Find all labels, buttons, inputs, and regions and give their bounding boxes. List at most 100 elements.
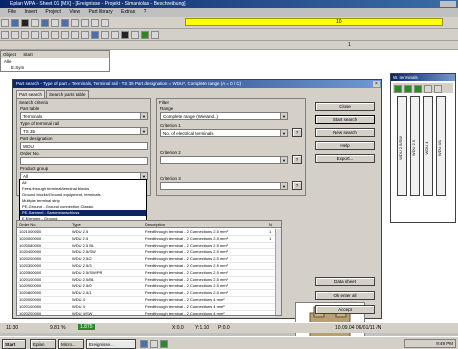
accept-button[interactable]: Accept	[315, 305, 375, 314]
snap-icon[interactable]	[71, 31, 79, 39]
part-designation-input[interactable]: WDU	[20, 142, 148, 150]
col-type[interactable]: Type	[72, 221, 81, 228]
menu-part-library[interactable]: Part library	[88, 9, 112, 15]
report-icon[interactable]	[131, 31, 139, 39]
table-row[interactable]: 1020400000 WDU 2.5/SW Feedthrough terminal…	[17, 249, 275, 257]
col-n[interactable]: N	[269, 221, 272, 228]
table-row[interactable]: 1020000000 WDU 2.5 Feedthrough terminal - …	[17, 236, 275, 243]
redo-icon[interactable]	[81, 19, 89, 27]
left-panel-row-1[interactable]: Alle	[4, 59, 12, 64]
col-description[interactable]: Description	[145, 221, 165, 228]
criterion-3-select[interactable]: ▼	[160, 182, 288, 190]
left-panel-tab-object[interactable]: Object	[3, 52, 16, 57]
left-panel-tab-start[interactable]: Start	[23, 52, 33, 57]
chevron-down-icon[interactable]: ▼	[280, 157, 287, 163]
chevron-down-icon[interactable]: ▼	[280, 113, 287, 119]
plc-icon[interactable]	[121, 31, 129, 39]
type-rail-select[interactable]: TS 35 ▼	[20, 127, 148, 135]
part-table-value: Terminals	[23, 114, 43, 119]
left-panel-row-2[interactable]: E.Sym	[11, 65, 24, 70]
menu-extras[interactable]: Extras	[121, 9, 135, 15]
table-scrollbar[interactable]	[275, 229, 281, 315]
table-row[interactable]: 1020080000 WDU 2.5 BL Feedthrough terminal…	[17, 243, 275, 250]
pointer-icon[interactable]	[101, 19, 109, 27]
zoom-icon[interactable]	[91, 19, 99, 27]
open-icon[interactable]	[11, 19, 19, 27]
part-table-select[interactable]: Terminals ▼	[20, 112, 148, 120]
menu-project[interactable]: Project	[45, 9, 61, 15]
criterion-2-select[interactable]: ▼	[160, 156, 288, 164]
grid-icon[interactable]	[61, 31, 69, 39]
print-icon[interactable]	[31, 19, 39, 27]
page-selector[interactable]: 10	[185, 18, 443, 26]
tab-search-parts-table[interactable]: Search parts table	[46, 90, 89, 98]
table-row[interactable]: 1020000000 WDU 4 Feedthrough terminal - 2 …	[17, 297, 275, 304]
col-order-no[interactable]: Order No.	[19, 221, 37, 228]
text-icon[interactable]	[51, 31, 59, 39]
enter-all-button[interactable]: Ok enter all	[315, 291, 375, 300]
dialog-close-icon[interactable]: ×	[373, 81, 380, 87]
criterion-1-select[interactable]: No. of electrical terminals ▼	[160, 129, 288, 137]
table-row[interactable]: 1021000000 WDU 2.5 Feedthrough terminal - …	[17, 229, 275, 236]
taskbar-item-1[interactable]: Eplan	[30, 338, 56, 349]
tab-part-search[interactable]: Part search	[16, 90, 46, 98]
terminal-green-icon-3[interactable]	[414, 85, 422, 93]
chevron-down-icon[interactable]: ▼	[280, 183, 287, 189]
rectangle-icon[interactable]	[11, 31, 19, 39]
criterion-2-help-button[interactable]: ?	[292, 155, 302, 164]
close-button[interactable]: Close	[315, 102, 375, 111]
terminal-tool-icon[interactable]	[424, 85, 432, 93]
terminal-green-icon-2[interactable]	[404, 85, 412, 93]
menu-help[interactable]: ?	[144, 9, 147, 15]
taskbar-item-2[interactable]: Micro...	[58, 338, 84, 349]
table-row[interactable]: 1020500000 WDU 2.5/SW/PR Feedthrough termi…	[17, 270, 275, 277]
start-search-button[interactable]: Start search	[315, 115, 375, 124]
help-button[interactable]: Help	[315, 141, 375, 150]
cable-icon[interactable]	[101, 31, 109, 39]
table-row[interactable]: 1020300000 WDU 2.5/3 Feedthrough terminal …	[17, 263, 275, 270]
table-row[interactable]: 1020800000 WDU 2.5/1 Feedthrough terminal …	[17, 290, 275, 297]
data-sheet-button[interactable]: Data sheet	[315, 277, 375, 286]
window-controls[interactable]	[440, 1, 456, 7]
symbol-icon[interactable]	[91, 31, 99, 39]
criterion-1-help-button[interactable]: ?	[292, 128, 302, 137]
new-icon[interactable]	[1, 19, 9, 27]
terminal-green-icon[interactable]	[394, 85, 402, 93]
range-select[interactable]: Complete range (Wieland..) ▼	[160, 112, 288, 120]
paste-icon[interactable]	[61, 19, 69, 27]
ie-icon[interactable]	[140, 340, 148, 348]
menu-insert[interactable]: Insert	[24, 9, 37, 15]
table-row[interactable]: 1020900000 WDU 2.5/0 Feedthrough terminal …	[17, 283, 275, 291]
table-row[interactable]: 1020200000 WDU 4/SW Feedthrough terminal -…	[17, 311, 275, 318]
clock: 9:49 PM	[436, 341, 453, 346]
desktop-icon[interactable]	[150, 340, 158, 348]
table-row[interactable]: 1020100000 WDU 4 Feedthrough terminal - 2 …	[17, 304, 275, 311]
chevron-down-icon[interactable]: ▼	[140, 113, 147, 119]
start-button[interactable]: Start	[2, 338, 26, 349]
check-icon[interactable]	[141, 31, 149, 39]
line-icon[interactable]	[41, 31, 49, 39]
save-icon[interactable]	[21, 19, 29, 27]
settings-icon[interactable]	[151, 31, 159, 39]
menu-view[interactable]: View	[69, 9, 80, 15]
layer-icon[interactable]	[81, 31, 89, 39]
menu-file[interactable]: File	[8, 9, 16, 15]
terminal-tool-icon-2[interactable]	[434, 85, 442, 93]
taskbar-item-3[interactable]: Ereignisse...	[86, 338, 136, 349]
undo-icon[interactable]	[71, 19, 79, 27]
chevron-down-icon[interactable]: ▼	[280, 130, 287, 136]
order-no-input[interactable]	[20, 157, 148, 165]
copy-icon[interactable]	[51, 19, 59, 27]
terminal-icon[interactable]	[111, 31, 119, 39]
criterion-3-help-button[interactable]: ?	[292, 181, 302, 190]
table-row[interactable]: 1020200000 WDU 2.5/2 Feedthrough terminal …	[17, 256, 275, 263]
table-row[interactable]: 1020100000 WDU 2.5/BL Feedthrough terminal…	[17, 277, 275, 284]
arc-icon[interactable]	[31, 31, 39, 39]
app-icon[interactable]	[160, 340, 168, 348]
circle-icon[interactable]	[21, 31, 29, 39]
chevron-down-icon[interactable]: ▼	[140, 128, 147, 134]
select-icon[interactable]	[1, 31, 9, 39]
cut-icon[interactable]	[41, 19, 49, 27]
export-button[interactable]: Export...	[315, 154, 375, 163]
new-search-button[interactable]: New search	[315, 128, 375, 137]
